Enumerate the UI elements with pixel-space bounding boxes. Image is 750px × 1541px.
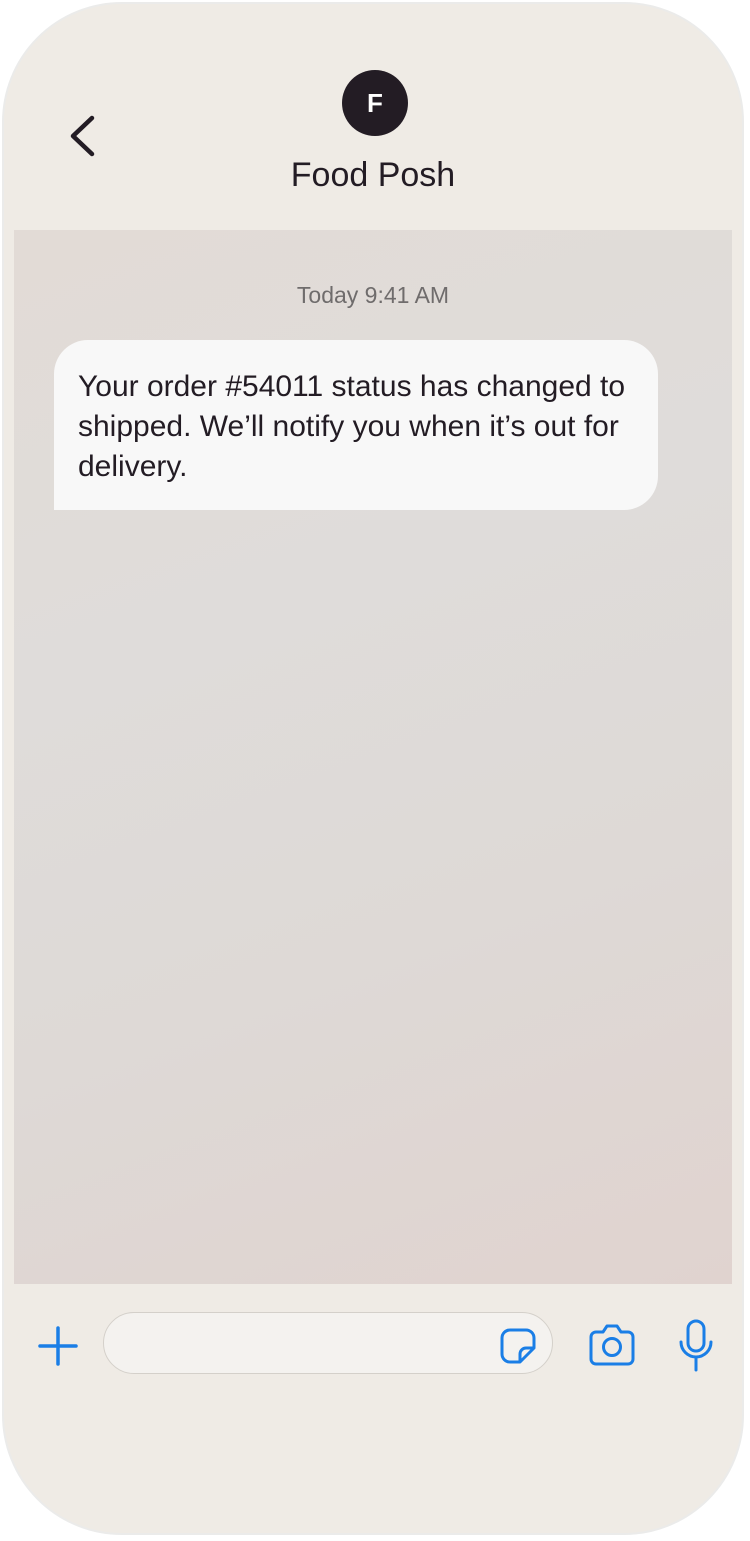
- plus-icon: [38, 1326, 78, 1366]
- composer-bar: [4, 1284, 742, 1414]
- phone-frame: F Food Posh Today 9:41 AM Your order #54…: [2, 2, 744, 1535]
- chevron-left-icon: [70, 115, 95, 157]
- avatar[interactable]: F: [342, 70, 408, 136]
- camera-icon: [589, 1324, 635, 1366]
- sticker-button[interactable]: [498, 1326, 538, 1366]
- message-list: Today 9:41 AM Your order #54011 status h…: [14, 230, 732, 1284]
- message-input[interactable]: [103, 1312, 553, 1374]
- microphone-button[interactable]: [676, 1318, 716, 1374]
- camera-button[interactable]: [588, 1322, 636, 1368]
- add-attachment-button[interactable]: [34, 1322, 82, 1370]
- sticker-icon: [500, 1328, 536, 1364]
- contact-name: Food Posh: [290, 156, 456, 194]
- message-timestamp: Today 9:41 AM: [296, 282, 450, 308]
- message-text: Your order #54011 status has changed to …: [78, 370, 626, 483]
- chat-header: F Food Posh: [4, 4, 742, 230]
- message-bubble[interactable]: Your order #54011 status has changed to …: [54, 340, 658, 510]
- microphone-icon: [679, 1319, 713, 1372]
- avatar-letter: F: [367, 87, 383, 118]
